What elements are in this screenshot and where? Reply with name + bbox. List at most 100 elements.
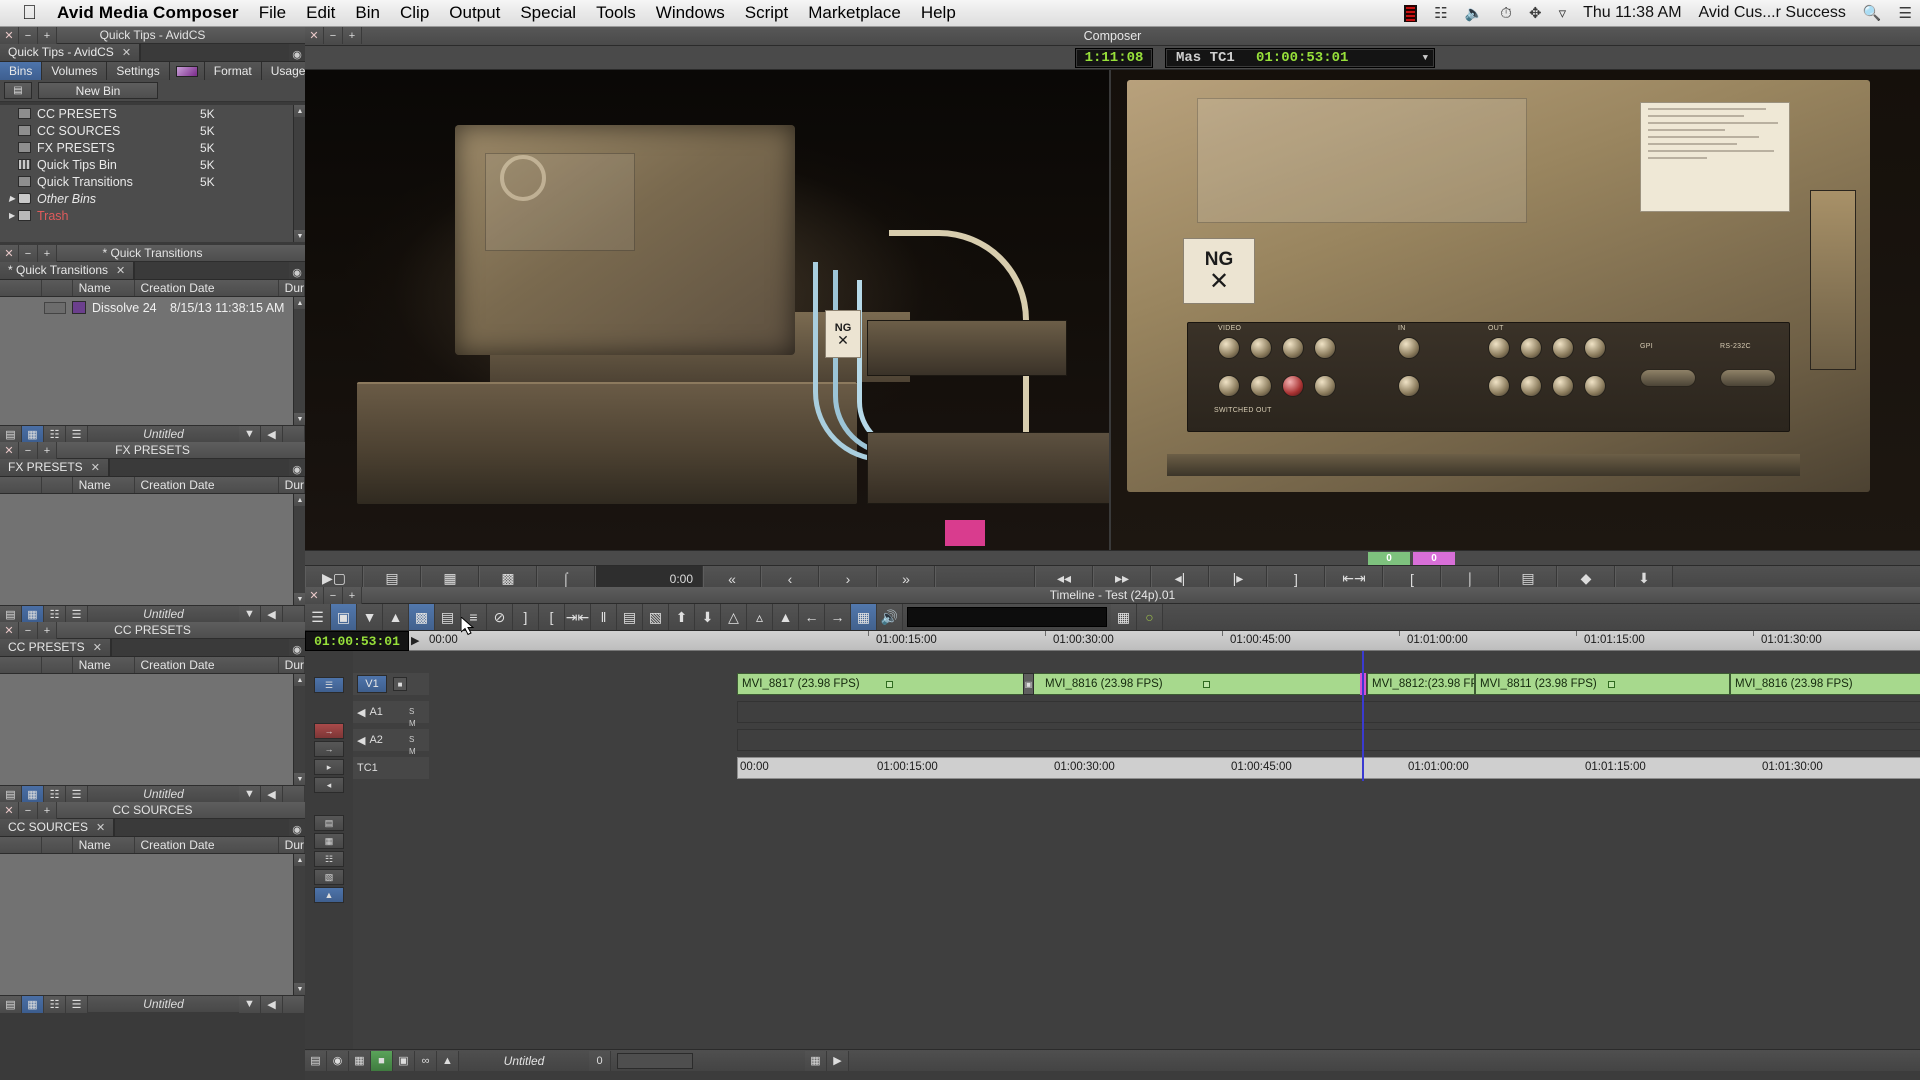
menubar-user-label[interactable]: Avid Cus...r Success — [1699, 4, 1846, 22]
view-frame-icon[interactable]: ☷ — [44, 785, 66, 803]
track-a1-solo-icon[interactable]: S — [409, 707, 414, 716]
column-name[interactable]: Name — [73, 657, 135, 673]
trim-b-side-icon[interactable]: ◂ — [314, 777, 344, 793]
close-button[interactable]: ✕ — [0, 622, 19, 639]
menu-item-bin[interactable]: Bin — [355, 3, 380, 23]
minimize-button[interactable]: − — [19, 27, 38, 44]
airplay-icon[interactable]: ☷ — [1434, 6, 1447, 21]
timeline-scale-slider[interactable] — [617, 1052, 693, 1069]
audio-panel-icon[interactable]: ☷ — [314, 851, 344, 867]
tab-settings[interactable]: Settings — [107, 62, 170, 80]
prev-icon[interactable]: ◀ — [261, 425, 283, 443]
menu-item-windows[interactable]: Windows — [656, 3, 725, 23]
tab-color-swatch[interactable] — [169, 62, 205, 80]
bin-list-item[interactable]: Quick Tips Bin 5K — [0, 156, 305, 173]
close-icon[interactable]: ✕ — [91, 461, 100, 474]
splice-in-icon[interactable]: ⬆ — [669, 604, 695, 630]
view-script-icon[interactable]: ☰ — [66, 425, 88, 443]
lift-button[interactable]: ▤ — [617, 604, 643, 630]
effect-panel-icon[interactable]: ▦ — [314, 833, 344, 849]
timeline-clip[interactable]: MVI_8812:(23.98 FP — [1367, 673, 1475, 695]
bottom-view-list-icon[interactable]: ▤ — [305, 1050, 327, 1071]
view-list-icon[interactable]: ▦ — [22, 995, 44, 1013]
bin-scrollbar[interactable]: ▲ ▼ — [293, 297, 306, 425]
audio-mix-icon[interactable]: ▲ — [773, 604, 799, 630]
timeline-settings-icon[interactable]: ☰ — [305, 604, 331, 630]
timeline-canvas[interactable]: ☰ → → ▸ ◂ ▤ ▦ ☷ ▧ ▲ V1 ■ ◀ A1 ◀ A2 TC1 S… — [305, 651, 1920, 1071]
gear-icon[interactable]: ◉ — [289, 266, 305, 279]
timeline-fast-menu-icon[interactable]: ☰ — [314, 677, 344, 693]
track-a2-mute-icon[interactable]: M — [409, 747, 416, 756]
bottom-up-arrow-icon[interactable]: ▲ — [437, 1050, 459, 1071]
bin-view-selector[interactable]: Untitled — [88, 787, 239, 801]
bottom-settings-icon[interactable]: ◉ — [327, 1050, 349, 1071]
track-head-a1[interactable]: ◀ A1 — [353, 701, 429, 723]
disclosure-triangle-icon[interactable]: ▶ — [9, 211, 15, 220]
close-icon[interactable]: ✕ — [122, 46, 131, 59]
add-edit-icon[interactable]: ▤ — [435, 604, 461, 630]
segment-lift-arrow-icon[interactable]: → — [314, 741, 344, 757]
view-script-icon[interactable]: ☰ — [66, 785, 88, 803]
column-name[interactable]: Name — [73, 280, 135, 296]
bottom-grid-icon[interactable]: ▦ — [805, 1050, 827, 1071]
view-list-icon[interactable]: ▦ — [22, 785, 44, 803]
close-button[interactable]: ✕ — [0, 245, 19, 262]
focus-button[interactable]: ▦ — [851, 604, 877, 630]
clip-panel-icon[interactable]: ▧ — [314, 869, 344, 885]
prev-icon[interactable]: ◀ — [261, 605, 283, 623]
bottom-effect-icon[interactable]: ▦ — [349, 1050, 371, 1071]
timeline-footer-value[interactable]: 0 — [589, 1050, 611, 1071]
tab-quick-tips-avidcs[interactable]: Quick Tips - AvidCS ✕ — [0, 43, 141, 61]
track-a2-arrow-icon[interactable]: ◀ — [357, 734, 365, 747]
segment-overwrite-icon[interactable]: → — [825, 604, 851, 630]
menu-item-help[interactable]: Help — [921, 3, 956, 23]
track-tc1-label[interactable]: TC1 — [357, 762, 378, 774]
track-a1-label[interactable]: A1 — [369, 706, 382, 718]
mark-in-arrow-icon[interactable]: ▼ — [357, 604, 383, 630]
view-text-icon[interactable]: ▤ — [0, 425, 22, 443]
gear-icon[interactable]: ◉ — [289, 823, 305, 836]
source-monitor[interactable]: NG ✕ — [305, 70, 1111, 550]
bottom-monitor-icon[interactable]: ▣ — [393, 1050, 415, 1071]
tab-quick-transitions[interactable]: * Quick Transitions ✕ — [0, 261, 135, 279]
close-button[interactable]: ✕ — [0, 442, 19, 459]
column-creation-date[interactable]: Creation Date — [135, 837, 279, 853]
record-icon[interactable] — [1404, 4, 1418, 22]
mark-out-arrow-icon[interactable]: ▲ — [383, 604, 409, 630]
tab-format[interactable]: Format — [204, 62, 262, 80]
record-ready-icon[interactable]: ○ — [1137, 604, 1163, 630]
timeline-view-selector[interactable]: Untitled — [459, 1054, 589, 1068]
menu-item-file[interactable]: File — [259, 3, 286, 23]
close-button[interactable]: ✕ — [0, 802, 19, 819]
menubar-clock[interactable]: Thu 11:38 AM — [1583, 4, 1681, 22]
bin-list-item[interactable]: CC SOURCES 5K — [0, 122, 305, 139]
column-creation-date[interactable]: Creation Date — [135, 477, 279, 493]
track-indicator-audio[interactable]: 0 — [1413, 551, 1455, 565]
minimize-button[interactable]: − — [19, 442, 38, 459]
column-name[interactable]: Name — [73, 477, 135, 493]
maximize-button[interactable]: + — [38, 802, 57, 819]
close-button[interactable]: ✕ — [0, 27, 19, 44]
quick-transition-button[interactable]: ▩ — [409, 604, 435, 630]
split-view-icon[interactable]: ▤ — [4, 82, 32, 99]
timeline-scale-display[interactable] — [907, 607, 1107, 627]
bin-scrollbar[interactable]: ▲ ▼ — [293, 674, 306, 785]
chevron-down-icon[interactable]: ▼ — [239, 605, 261, 623]
track-head-a2[interactable]: ◀ A2 — [353, 729, 429, 751]
timeline-playhead[interactable] — [1362, 651, 1364, 781]
track-a2-label[interactable]: A2 — [369, 734, 382, 746]
maximize-button[interactable]: + — [38, 27, 57, 44]
chevron-down-icon[interactable]: ▼ — [239, 425, 261, 443]
track-a2-solo-icon[interactable]: S — [409, 735, 414, 744]
minimize-button[interactable]: − — [19, 245, 38, 262]
timeline-clip[interactable]: MVI_8816 (23.98 FPS) — [1730, 673, 1920, 695]
fade-up-icon[interactable]: △ — [721, 604, 747, 630]
bottom-next-icon[interactable]: ▶ — [827, 1050, 849, 1071]
view-text-icon[interactable]: ▤ — [0, 785, 22, 803]
segment-overwrite-arrow-icon[interactable]: → — [314, 723, 344, 739]
timeline-toggle-icon[interactable]: ▲ — [314, 887, 344, 903]
close-icon[interactable]: ✕ — [96, 821, 105, 834]
track-a1-arrow-icon[interactable]: ◀ — [357, 706, 365, 719]
view-frame-icon[interactable]: ☷ — [44, 605, 66, 623]
trim-both-icon[interactable]: ⇥⇤ — [565, 604, 591, 630]
